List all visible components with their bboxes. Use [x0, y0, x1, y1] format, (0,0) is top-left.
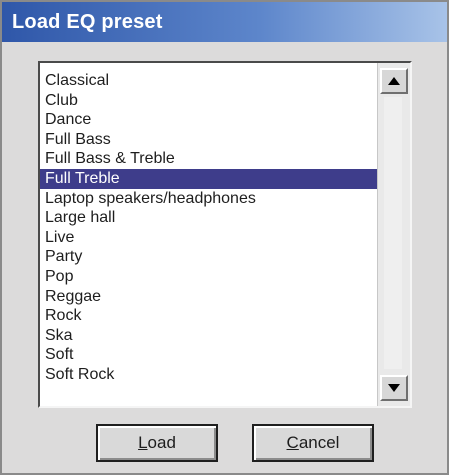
load-eq-preset-dialog: Load EQ preset Classical Club Dance Full Ba…	[0, 0, 449, 475]
load-button[interactable]: Load	[96, 424, 218, 462]
preset-list: Classical Club Dance Full Bass Full Bass & T…	[40, 71, 378, 385]
list-item[interactable]: Large hall	[40, 208, 378, 228]
load-button-label: Load	[138, 433, 176, 452]
list-item[interactable]: Soft	[40, 345, 378, 365]
list-item[interactable]: Full Bass & Treble	[40, 149, 378, 169]
list-item[interactable]: Party	[40, 247, 378, 267]
cancel-button[interactable]: Cancel	[252, 424, 374, 462]
list-item[interactable]: Soft Rock	[40, 365, 378, 385]
title-bar[interactable]: Load EQ preset	[2, 2, 447, 42]
triangle-up-icon	[388, 77, 400, 85]
vertical-scrollbar[interactable]	[377, 63, 410, 406]
list-item[interactable]: Pop	[40, 267, 378, 287]
scroll-down-button[interactable]	[380, 375, 408, 401]
scroll-up-button[interactable]	[380, 68, 408, 94]
triangle-down-icon	[388, 384, 400, 392]
list-item[interactable]: Ska	[40, 326, 378, 346]
cancel-button-label: Cancel	[286, 433, 340, 452]
list-item[interactable]: Full Bass	[40, 130, 378, 150]
list-item[interactable]: Dance	[40, 110, 378, 130]
list-item[interactable]: Live	[40, 228, 378, 248]
list-item[interactable]: Full Treble	[40, 168, 378, 189]
list-item[interactable]: Club	[40, 91, 378, 111]
scroll-track[interactable]	[384, 97, 402, 369]
list-item[interactable]: Laptop speakers/headphones	[40, 189, 378, 209]
list-item[interactable]: Rock	[40, 306, 378, 326]
preset-listbox[interactable]: Classical Club Dance Full Bass Full Bass & T…	[38, 61, 412, 408]
list-item[interactable]: Classical	[40, 71, 378, 91]
list-item[interactable]: Reggae	[40, 287, 378, 307]
dialog-title: Load EQ preset	[12, 10, 163, 33]
